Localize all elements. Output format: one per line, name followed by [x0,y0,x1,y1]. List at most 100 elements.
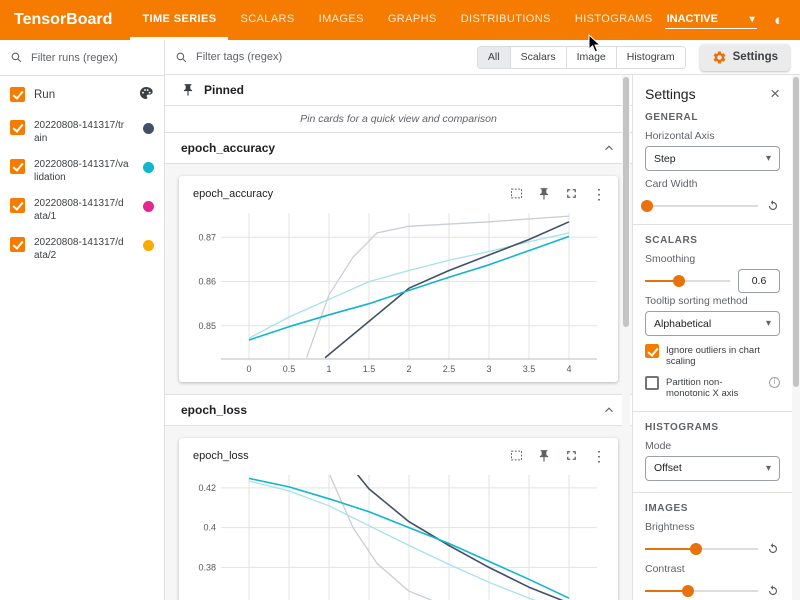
section-epoch-loss[interactable]: epoch_loss [165,395,632,426]
run-color-dot[interactable] [143,123,154,134]
group-images-label: IMAGES [645,503,780,514]
run-name: 20220808-141317/data/1 [34,198,129,223]
pin-hint-text: Pin cards for a quick view and compariso… [165,106,632,133]
epoch-accuracy-chart[interactable]: 00.511.522.533.540.850.860.87 [185,205,609,377]
ignore-outliers-label: Ignore outliers in chart scaling [666,345,780,368]
horizontal-axis-value: Step [654,153,676,165]
smoothing-label: Smoothing [645,253,780,265]
filter-scalars-button[interactable]: Scalars [510,47,566,68]
horizontal-axis-label: Horizontal Axis [645,130,780,142]
tooltip-sort-label: Tooltip sorting method [645,295,780,307]
reset-icon[interactable] [766,584,780,598]
run-color-dot[interactable] [143,201,154,212]
epoch-accuracy-region: epoch_accuracy ⋮ 00.511.522.533.540.850.… [165,164,632,395]
run-checkbox[interactable] [10,198,25,213]
select-all-runs-checkbox[interactable] [10,87,25,102]
svg-text:0.42: 0.42 [198,483,216,493]
close-icon[interactable]: × [770,85,780,102]
partition-x-axis-label: Partition non-monotonic X axis [666,377,762,400]
partition-x-axis-row[interactable]: Partition non-monotonic X axis i [645,377,780,400]
fit-to-data-icon[interactable] [509,186,524,201]
pin-icon[interactable] [537,187,551,201]
smoothing-slider[interactable] [645,280,730,282]
chevron-down-icon: ▾ [766,153,771,164]
run-row-train[interactable]: 20220808-141317/train [0,113,164,152]
card-title: epoch_loss [193,450,249,462]
theme-toggle-icon[interactable]: ◐ [770,11,788,29]
section-epoch-accuracy[interactable]: epoch_accuracy [165,133,632,164]
settings-scrollbar[interactable] [792,75,800,600]
gear-icon [712,50,727,65]
tag-type-filter-group: All Scalars Image Histogram [477,46,686,69]
reset-icon[interactable] [766,542,780,556]
partition-x-axis-checkbox[interactable] [645,376,659,390]
fullscreen-icon[interactable] [564,186,579,201]
filter-histogram-button[interactable]: Histogram [616,47,685,68]
kebab-menu-icon[interactable]: ⋮ [592,187,606,201]
kebab-menu-icon[interactable]: ⋮ [592,449,606,463]
runs-header-row: Run [0,76,164,113]
app-logo: TensorBoard [0,11,130,29]
settings-button[interactable]: Settings [700,44,790,71]
pin-icon[interactable] [537,449,551,463]
smoothing-value-input[interactable] [738,269,780,293]
run-checkbox[interactable] [10,120,25,135]
horizontal-axis-select[interactable]: Step ▾ [645,146,780,171]
run-row-data-2[interactable]: 20220808-141317/data/2 [0,230,164,269]
tab-distributions[interactable]: DISTRIBUTIONS [449,0,563,40]
main-scrollbar[interactable] [622,75,630,600]
svg-text:0.86: 0.86 [198,277,216,287]
info-icon[interactable]: i [769,377,780,388]
chevron-down-icon: ▾ [766,318,771,329]
run-checkbox[interactable] [10,159,25,174]
tab-images[interactable]: IMAGES [307,0,376,40]
epoch-loss-chart[interactable]: 00.511.522.533.540.360.380.40.42 [185,467,609,600]
contrast-slider[interactable] [645,590,758,592]
palette-icon[interactable] [138,85,154,104]
tab-graphs[interactable]: GRAPHS [376,0,449,40]
svg-text:3: 3 [486,364,491,374]
run-checkbox[interactable] [10,237,25,252]
ignore-outliers-checkbox[interactable] [645,344,659,358]
tooltip-sort-select[interactable]: Alphabetical ▾ [645,311,780,336]
run-color-dot[interactable] [143,162,154,173]
tab-scalars[interactable]: SCALARS [228,0,306,40]
reset-icon[interactable] [766,199,780,213]
group-scalars-label: SCALARS [645,235,780,246]
svg-text:4: 4 [566,364,571,374]
chevron-up-icon[interactable] [602,141,616,155]
svg-text:0.5: 0.5 [283,364,296,374]
group-histograms-label: HISTOGRAMS [645,422,780,433]
reload-status-select[interactable]: INACTIVE ▾ [665,11,757,29]
filter-runs-placeholder: Filter runs (regex) [31,52,118,64]
fullscreen-icon[interactable] [564,448,579,463]
svg-text:3.5: 3.5 [523,364,536,374]
card-width-slider[interactable] [645,205,758,207]
svg-text:1.5: 1.5 [363,364,376,374]
histogram-mode-select[interactable]: Offset ▾ [645,456,780,481]
section-title: epoch_loss [181,403,247,417]
tab-histograms[interactable]: HISTOGRAMS [563,0,665,40]
fit-to-data-icon[interactable] [509,448,524,463]
search-icon [175,51,188,64]
main-toolbar: Filter tags (regex) All Scalars Image Hi… [165,40,800,75]
filter-all-button[interactable]: All [478,47,510,68]
pinned-header: Pinned [165,75,632,106]
run-row-validation[interactable]: 20220808-141317/validation [0,152,164,191]
runs-header-label: Run [34,89,55,101]
section-title: epoch_accuracy [181,141,275,155]
filter-tags-field[interactable]: Filter tags (regex) [175,51,282,64]
tab-time-series[interactable]: TIME SERIES [130,0,228,40]
brightness-slider[interactable] [645,548,758,550]
card-width-label: Card Width [645,178,780,190]
filter-tags-placeholder: Filter tags (regex) [196,51,282,63]
run-color-dot[interactable] [143,240,154,251]
chevron-up-icon[interactable] [602,403,616,417]
filter-image-button[interactable]: Image [566,47,616,68]
card-title: epoch_accuracy [193,188,273,200]
ignore-outliers-row[interactable]: Ignore outliers in chart scaling [645,345,780,368]
contrast-label: Contrast [645,563,780,575]
filter-runs-field[interactable]: Filter runs (regex) [0,40,164,76]
run-row-data-1[interactable]: 20220808-141317/data/1 [0,191,164,230]
tooltip-sort-value: Alphabetical [654,318,711,330]
